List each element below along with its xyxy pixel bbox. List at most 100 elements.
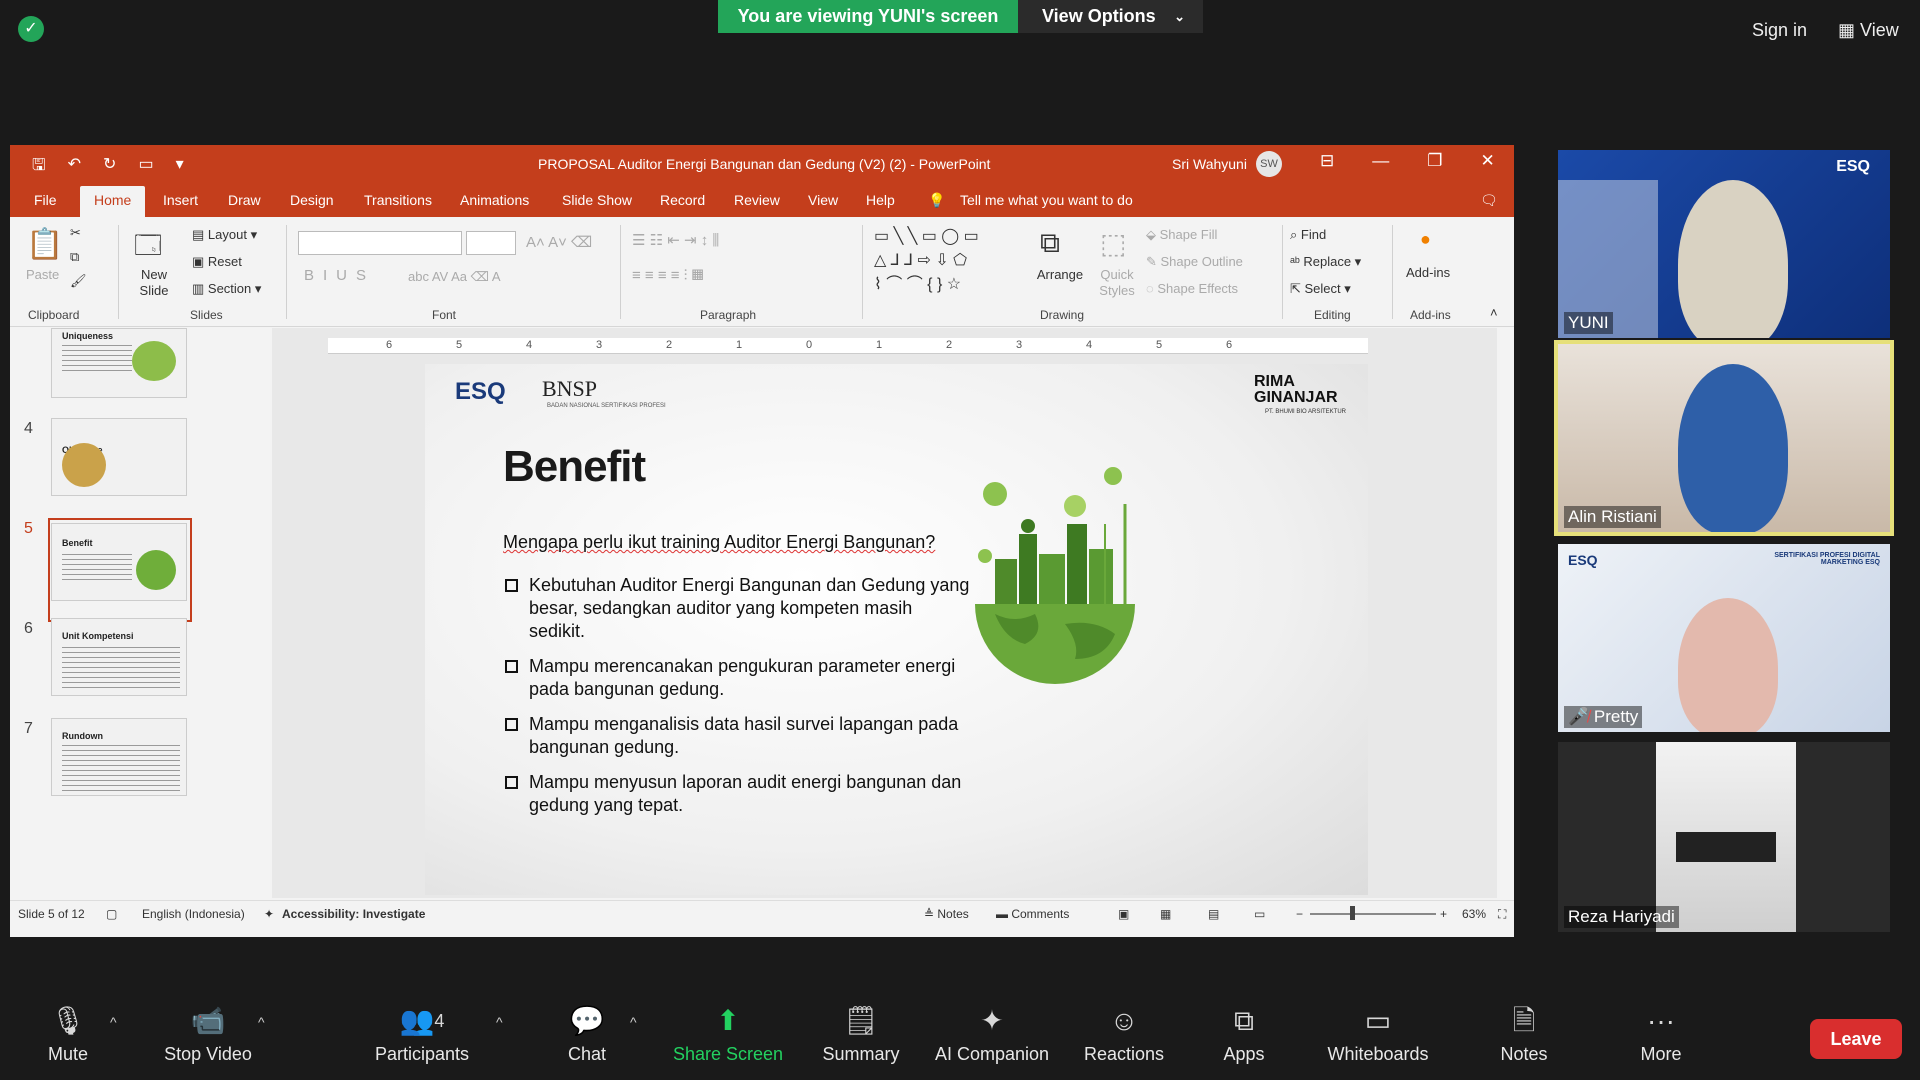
reset-button[interactable]: ▣ Reset: [192, 254, 242, 270]
user-name[interactable]: Sri Wahyuni: [1172, 156, 1247, 172]
video-options-caret[interactable]: ^: [258, 1014, 265, 1030]
zoom-level[interactable]: 63%: [1462, 907, 1486, 921]
slide-thumbnail[interactable]: Objective: [51, 418, 187, 496]
shape-outline-button[interactable]: ✎ Shape Outline: [1146, 254, 1243, 270]
cut-icon[interactable]: ✂: [70, 225, 81, 241]
chat-options-caret[interactable]: ^: [630, 1014, 637, 1030]
save-icon[interactable]: 🖫: [32, 154, 46, 181]
notes-button[interactable]: ≜ Notes: [924, 907, 969, 921]
audio-options-caret[interactable]: ^: [110, 1014, 117, 1030]
participant-tile-active-speaker[interactable]: Alin Ristiani: [1554, 340, 1894, 536]
tab-transitions[interactable]: Transitions: [364, 192, 432, 208]
shield-icon[interactable]: ✓: [18, 16, 44, 42]
tab-review[interactable]: Review: [734, 192, 780, 208]
slide-show-icon[interactable]: ▭: [1254, 907, 1265, 921]
reading-view-icon[interactable]: ▤: [1208, 907, 1219, 921]
user-avatar[interactable]: SW: [1256, 151, 1282, 177]
align-icons[interactable]: ≡ ≡ ≡ ≡ ⫶ ▦: [632, 267, 704, 284]
chat-button[interactable]: 💬 Chat: [562, 1004, 612, 1065]
participants-button[interactable]: 👥4 Participants: [370, 1004, 474, 1065]
slide-thumbnail[interactable]: Unit Kompetensi: [51, 618, 187, 696]
zoom-slider[interactable]: [1310, 913, 1436, 915]
tab-design[interactable]: Design: [290, 192, 334, 208]
participant-tile[interactable]: ESQ YUNI: [1558, 150, 1890, 338]
restore-icon[interactable]: ❐: [1427, 151, 1442, 171]
comments-icon[interactable]: 🗨: [1480, 192, 1498, 209]
ai-companion-button[interactable]: ✦ AI Companion: [932, 1004, 1052, 1065]
participant-tile[interactable]: Reza Hariyadi: [1558, 742, 1890, 932]
present-icon[interactable]: ▭: [138, 154, 153, 181]
zoom-slider-thumb[interactable]: [1350, 906, 1355, 920]
slide-question[interactable]: Mengapa perlu ikut training Auditor Ener…: [503, 532, 935, 553]
fit-slide-icon[interactable]: ⛶: [1498, 907, 1506, 922]
whiteboards-button[interactable]: ▭ Whiteboards: [1320, 1004, 1436, 1065]
minimize-icon[interactable]: —: [1372, 151, 1389, 171]
tab-help[interactable]: Help: [866, 192, 895, 208]
format-painter-icon[interactable]: 🖌: [70, 273, 87, 289]
more-button[interactable]: ··· More: [1636, 1004, 1686, 1065]
slide-thumbnail-selected[interactable]: Benefit: [51, 523, 187, 601]
font-size-box[interactable]: [466, 231, 516, 255]
list-icons[interactable]: ☰ ☷ ⇤ ⇥ ↕ ⫼: [632, 231, 719, 249]
find-button[interactable]: ⌕ Find: [1290, 227, 1326, 243]
reactions-button[interactable]: ☺ Reactions: [1082, 1004, 1166, 1065]
paste-icon[interactable]: 📋: [26, 227, 63, 262]
tab-record[interactable]: Record: [660, 192, 705, 208]
participant-tile[interactable]: ESQ SERTIFIKASI PROFESI DIGITAL MARKETIN…: [1558, 544, 1890, 732]
notes-toolbar-button[interactable]: 🗎 Notes: [1496, 1004, 1552, 1065]
select-button[interactable]: ⇱ Select ▾: [1290, 281, 1351, 297]
leave-button[interactable]: Leave: [1810, 1019, 1902, 1059]
add-ins-button[interactable]: Add-ins: [1406, 265, 1450, 280]
replace-button[interactable]: ᵃᵇ Replace ▾: [1290, 254, 1361, 270]
zoom-in-icon[interactable]: +: [1440, 907, 1447, 921]
tab-view[interactable]: View: [808, 192, 838, 208]
slide-thumbnail[interactable]: Rundown: [51, 718, 187, 796]
view-options-button[interactable]: View Options ⌄: [1018, 0, 1203, 33]
slide-title[interactable]: Benefit: [503, 442, 646, 492]
accessibility-status[interactable]: Accessibility: Investigate: [282, 907, 425, 921]
bullet-list[interactable]: Kebutuhan Auditor Energi Bangunan dan Ge…: [503, 574, 973, 829]
add-ins-icon[interactable]: ●: [1420, 229, 1431, 250]
redo-icon[interactable]: ↻: [103, 154, 116, 181]
paste-label[interactable]: Paste: [26, 267, 59, 282]
font-extra-icons[interactable]: abc AV Aa ⌫ A: [408, 269, 501, 285]
layout-button[interactable]: ▤ Layout ▾: [192, 227, 257, 243]
section-button[interactable]: ▥ Section ▾: [192, 281, 261, 297]
new-slide-icon[interactable]: 🗔: [134, 227, 162, 271]
quick-styles-icon[interactable]: ⬚: [1100, 227, 1126, 260]
summary-button[interactable]: 🗒 Summary: [818, 1004, 904, 1065]
stop-video-button[interactable]: 📹 Stop Video: [158, 1004, 258, 1065]
ribbon-display-icon[interactable]: ⊟: [1320, 151, 1334, 171]
share-screen-button[interactable]: ⬆ Share Screen: [672, 1004, 784, 1065]
copy-icon[interactable]: ⧉: [70, 249, 79, 265]
tell-me-search[interactable]: Tell me what you want to do: [960, 192, 1133, 208]
tab-draw[interactable]: Draw: [228, 192, 261, 208]
arrange-icon[interactable]: ⧉: [1040, 227, 1060, 260]
apps-button[interactable]: ⧉ Apps: [1218, 1004, 1270, 1065]
mute-button[interactable]: 🎙 Mute: [40, 1004, 96, 1065]
tab-home[interactable]: Home: [80, 186, 146, 217]
collapse-ribbon-icon[interactable]: ˄: [1490, 305, 1498, 320]
participants-options-caret[interactable]: ^: [496, 1014, 503, 1030]
slide-thumbnail[interactable]: Uniqueness: [51, 328, 187, 398]
language-status[interactable]: English (Indonesia): [142, 907, 245, 921]
zoom-out-icon[interactable]: −: [1296, 907, 1303, 921]
new-slide-button[interactable]: New Slide: [130, 267, 178, 299]
tab-slide-show[interactable]: Slide Show: [562, 192, 632, 208]
view-button[interactable]: ▦ View: [1838, 20, 1899, 41]
quick-styles-button[interactable]: Quick Styles: [1092, 267, 1142, 299]
shape-effects-button[interactable]: ◌ Shape Effects: [1146, 281, 1238, 296]
font-name-box[interactable]: [298, 231, 462, 255]
arrange-button[interactable]: Arrange: [1036, 267, 1084, 282]
comments-button[interactable]: ▬ Comments: [996, 907, 1069, 921]
shapes-gallery[interactable]: ▭ ╲ ╲ ▭ ◯ ▭ △ ⅃ ⅃ ⇨ ⇩ ⬠ ⌇ ⌒ ⌒ { } ☆: [874, 225, 1024, 297]
sign-in-link[interactable]: Sign in: [1752, 20, 1807, 41]
close-icon[interactable]: ✕: [1481, 151, 1495, 171]
tab-file[interactable]: File: [34, 192, 57, 208]
normal-view-icon[interactable]: ▣: [1118, 907, 1129, 921]
shape-fill-button[interactable]: ⬙ Shape Fill: [1146, 227, 1217, 243]
slide-sorter-icon[interactable]: ▦: [1160, 907, 1171, 921]
tab-insert[interactable]: Insert: [163, 192, 198, 208]
font-format-icons[interactable]: BIUS: [304, 267, 375, 284]
spelling-icon[interactable]: ▢: [106, 907, 117, 921]
